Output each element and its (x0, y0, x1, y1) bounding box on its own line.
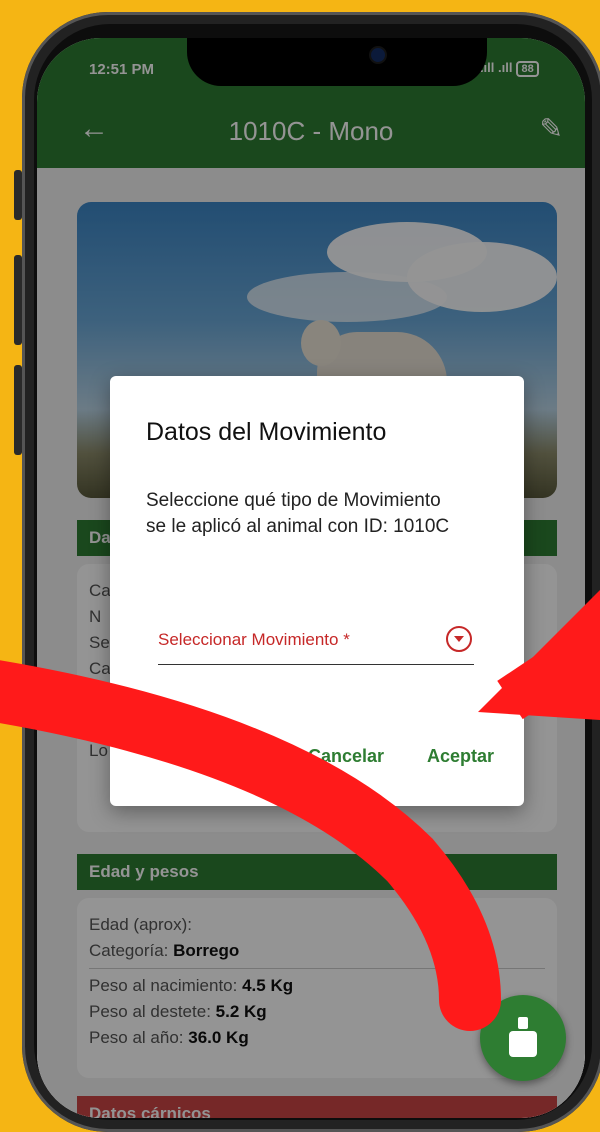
cancel-button[interactable]: Cancelar (308, 746, 384, 767)
spray-bottle-icon (509, 1017, 537, 1057)
select-label: Seleccionar Movimiento * (158, 630, 350, 649)
phone-volume-up (14, 255, 22, 345)
accept-button[interactable]: Aceptar (427, 746, 494, 767)
dropdown-circle-icon[interactable] (446, 626, 472, 652)
dialog-message: Seleccione qué tipo de Movimiento se le … (146, 490, 450, 537)
movement-select[interactable]: Seleccionar Movimiento * (158, 624, 474, 665)
phone-side-button (14, 170, 22, 220)
notch (187, 38, 487, 86)
movement-dialog: Datos del Movimiento Seleccione qué tipo… (110, 376, 524, 806)
phone-screen: 12:51 PM ⁴ᴳ.ıll .ıll 88 ← 1010C - Mono ✎ … (37, 38, 585, 1118)
fab-button[interactable] (480, 995, 566, 1081)
phone-volume-down (14, 365, 22, 455)
dialog-title: Datos del Movimiento (146, 418, 387, 446)
camera (371, 48, 385, 62)
